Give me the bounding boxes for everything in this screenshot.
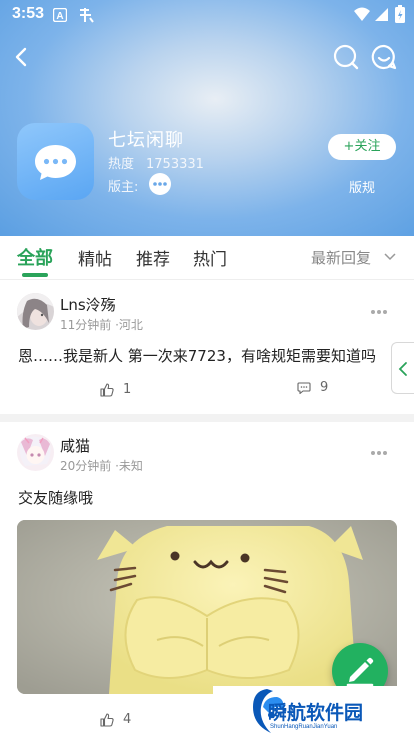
watermark: 瞬航软件园 ShunHangRuanJianYuan (213, 686, 414, 737)
avatar-image (17, 434, 54, 471)
svg-text:A: A (56, 11, 63, 22)
signal-icon (375, 8, 388, 21)
avatar[interactable] (17, 293, 54, 330)
post-text[interactable]: 交友随缘哦 (18, 487, 93, 508)
notification-a-icon: A (53, 8, 67, 22)
thumbs-up-icon[interactable] (100, 383, 114, 397)
status-bar: 3:53 A (0, 0, 414, 30)
sort-dropdown[interactable]: 最新回复 (311, 247, 371, 268)
like-count: 4 (123, 712, 132, 727)
post-text[interactable]: 恩……我是新人 第一次来7723，有啥规矩需要知道吗 (18, 345, 376, 366)
chevron-left-icon (398, 362, 407, 376)
nfc-icon (80, 8, 94, 23)
side-drawer-tab[interactable] (391, 342, 414, 394)
tab-bar: 全部 精帖 推荐 热门 最新回复 (0, 236, 414, 280)
more-icon[interactable] (370, 309, 388, 315)
follow-button[interactable]: +关注 (328, 134, 396, 160)
wifi-icon (354, 7, 370, 21)
avatar-image (17, 293, 54, 330)
back-icon[interactable] (5, 40, 39, 74)
rules-link[interactable]: 版规 (349, 177, 375, 196)
chevron-down-icon[interactable] (383, 250, 397, 264)
tab-recommended[interactable]: 推荐 (136, 245, 170, 270)
comment-icon[interactable] (297, 381, 311, 395)
forum-name: 七坛闲聊 (108, 130, 184, 151)
search-icon[interactable] (329, 40, 363, 74)
watermark-title: 瞬航软件园 (268, 702, 364, 724)
forum-heat: 热度 1753331 (108, 153, 204, 172)
status-time: 3:53 (12, 5, 45, 22)
tab-active-indicator (22, 273, 48, 277)
forum-header: 3:53 A 七坛闲聊 热度 1753331 版主: +关注 版规 (0, 0, 414, 236)
post-meta: 11分钟前 ·河北 (60, 318, 143, 332)
heat-label: 热度 (108, 157, 135, 172)
watermark-subtitle: ShunHangRuanJianYuan (270, 724, 338, 730)
post-item[interactable]: Lns泠殇 11分钟前 ·河北 恩……我是新人 第一次来7723，有啥规矩需要知… (0, 281, 414, 414)
avatar[interactable] (17, 434, 54, 471)
like-count: 1 (123, 382, 132, 397)
heat-value: 1753331 (146, 157, 204, 172)
post-author[interactable]: Lns泠殇 (60, 294, 116, 315)
chat-icon[interactable] (367, 40, 401, 74)
post-author[interactable]: 咸猫 (60, 435, 90, 456)
battery-icon (395, 5, 405, 23)
more-dots-icon (153, 182, 167, 186)
tab-all[interactable]: 全部 (17, 244, 53, 270)
tab-featured[interactable]: 精帖 (78, 245, 112, 270)
post-meta: 20分钟前 ·未知 (60, 459, 143, 473)
forum-icon (17, 123, 94, 200)
post-divider (0, 414, 414, 422)
comment-count: 9 (320, 380, 329, 395)
tab-hot[interactable]: 热门 (193, 245, 227, 270)
moderator-label: 版主: (108, 180, 139, 195)
moderator-more-icon[interactable] (149, 173, 171, 195)
chat-bubble-icon (35, 145, 76, 180)
thumbs-up-icon[interactable] (100, 713, 114, 727)
more-icon[interactable] (370, 450, 388, 456)
